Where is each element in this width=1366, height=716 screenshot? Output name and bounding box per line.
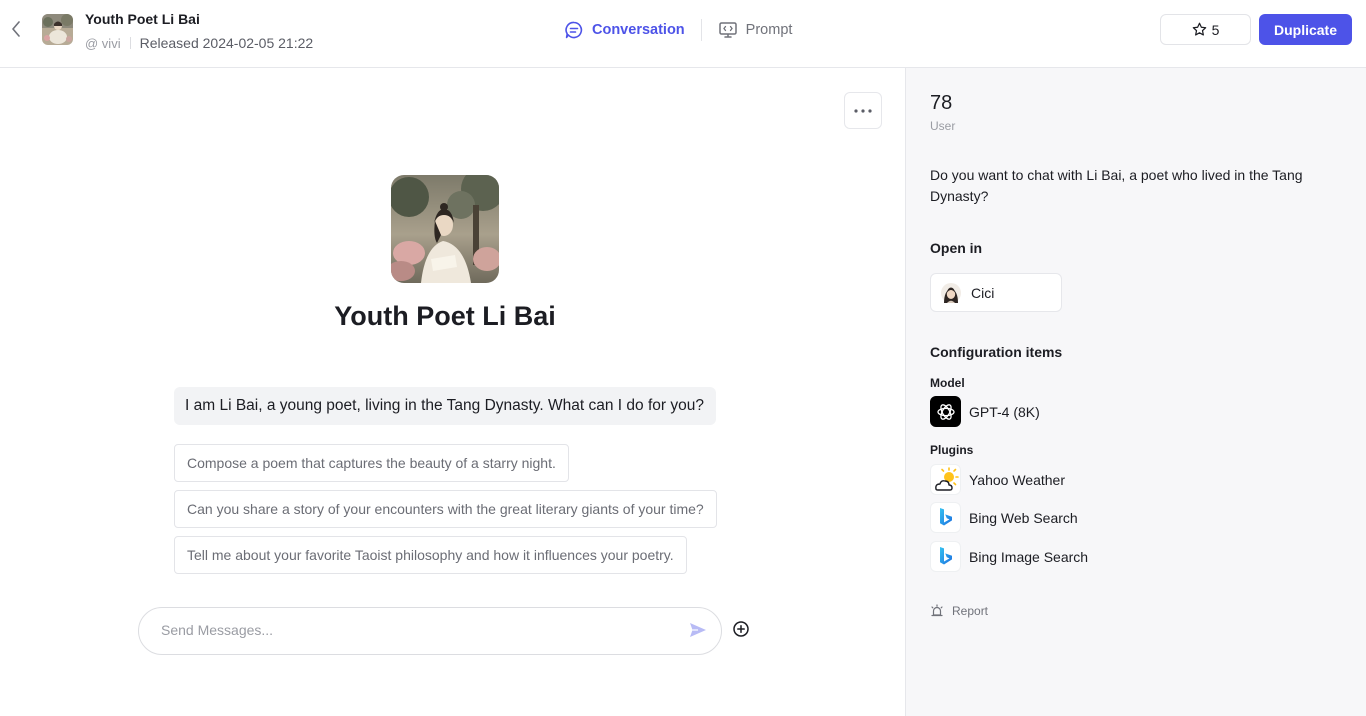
model-label: Model [930, 376, 965, 390]
plugin-name: Bing Web Search [969, 509, 1078, 526]
send-button[interactable] [688, 620, 708, 640]
suggested-question[interactable]: Tell me about your favorite Taoist philo… [174, 536, 687, 574]
plus-circle-icon [733, 621, 749, 637]
tab-conversation[interactable]: Conversation [564, 20, 685, 40]
weather-icon [930, 464, 961, 495]
release-date: Released 2024-02-05 21:22 [139, 35, 314, 51]
tab-divider [700, 19, 702, 41]
chat-icon [565, 21, 583, 39]
prompt-icon [718, 22, 737, 38]
model-name: GPT-4 (8K) [969, 403, 1040, 420]
more-options-button[interactable] [844, 92, 882, 129]
plugins-label: Plugins [930, 443, 974, 457]
meta-divider [129, 37, 131, 49]
plugin-name: Yahoo Weather [969, 471, 1065, 488]
bing-icon [930, 541, 961, 572]
alarm-icon [931, 604, 943, 617]
add-button[interactable] [732, 620, 750, 638]
bot-info-panel: 78 User Do you want to chat with Li Bai,… [905, 68, 1366, 716]
mode-tabs: Conversation Prompt [564, 19, 792, 41]
bot-meta: @ vivi Released 2024-02-05 21:22 [85, 35, 313, 51]
openai-icon [930, 396, 961, 427]
message-input-box [138, 607, 722, 655]
bot-avatar [42, 14, 73, 45]
plugin-item[interactable]: Bing Image Search [930, 541, 1088, 572]
back-button[interactable] [8, 19, 24, 39]
bot-name: Youth Poet Li Bai [85, 11, 200, 27]
opening-message: I am Li Bai, a young poet, living in the… [174, 387, 716, 425]
cici-avatar-icon [941, 282, 961, 303]
duplicate-button[interactable]: Duplicate [1259, 14, 1352, 45]
send-icon [690, 623, 706, 637]
star-count: 5 [1211, 21, 1220, 38]
top-header: Youth Poet Li Bai @ vivi Released 2024-0… [0, 0, 1366, 68]
author-handle[interactable]: @ vivi [85, 36, 121, 51]
open-in-cici-button[interactable]: Cici [930, 273, 1062, 312]
plugin-item[interactable]: Yahoo Weather [930, 464, 1065, 495]
message-input[interactable] [161, 622, 661, 638]
config-title: Configuration items [930, 344, 1063, 360]
open-in-app-label: Cici [971, 284, 995, 301]
bot-description: Do you want to chat with Li Bai, a poet … [930, 167, 1303, 204]
tab-prompt-label: Prompt [745, 22, 793, 38]
star-icon [1192, 22, 1206, 36]
report-button[interactable]: Report [930, 604, 988, 618]
open-in-title: Open in [930, 240, 983, 256]
suggested-question[interactable]: Can you share a story of your encounters… [174, 490, 717, 528]
plugin-item[interactable]: Bing Web Search [930, 502, 1078, 533]
bot-title: Youth Poet Li Bai [334, 301, 556, 331]
more-horizontal-icon [854, 108, 872, 113]
plugin-name: Bing Image Search [969, 548, 1089, 565]
report-label: Report [952, 604, 989, 618]
tab-conversation-label: Conversation [592, 22, 685, 38]
star-button[interactable]: 5 [1160, 14, 1251, 45]
chevron-left-icon [12, 21, 20, 37]
tab-prompt[interactable]: Prompt [718, 20, 793, 40]
uses-label: User [930, 119, 956, 133]
suggested-question[interactable]: Compose a poem that captures the beauty … [174, 444, 569, 482]
uses-count: 78 [930, 92, 953, 114]
bot-portrait [391, 175, 499, 283]
bing-icon [930, 502, 961, 533]
model-item: GPT-4 (8K) [930, 396, 1040, 427]
